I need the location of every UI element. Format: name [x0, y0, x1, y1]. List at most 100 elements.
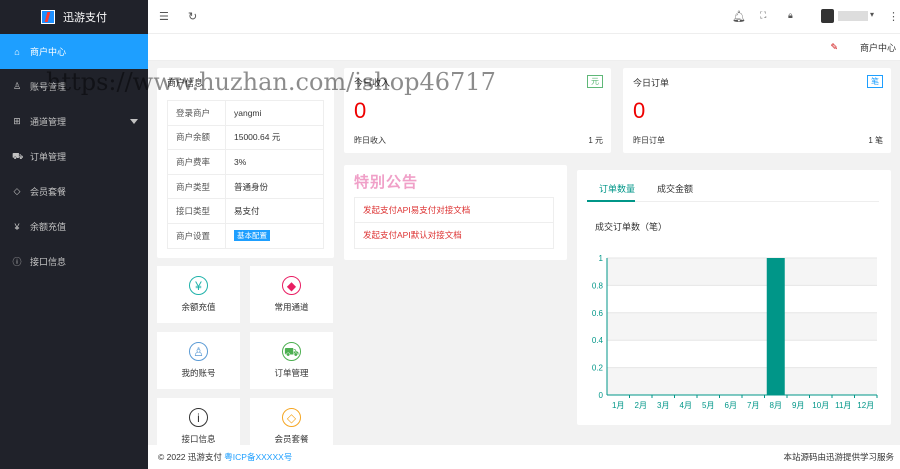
more-icon[interactable]: ⋮ [888, 10, 899, 23]
shortcut-tile[interactable]: ⛟ 订单管理 [250, 332, 333, 389]
chart-title: 成交订单数（笔） [595, 221, 667, 232]
pin-icon: ✎ [830, 42, 838, 52]
x-tick-label: 4月 [680, 401, 692, 410]
tile-label: 余额充值 [181, 302, 216, 312]
diamond-icon: ◇ [282, 408, 301, 427]
sidebar-item-4[interactable]: ◇ 会员套餐 [0, 174, 148, 209]
row-value: 15000.64 元 [225, 124, 324, 151]
shortcut-tile[interactable]: ◇ 会员套餐 [250, 398, 333, 445]
lock-icon[interactable]: 🔒︎ [788, 10, 793, 21]
orders-card: 今日订单 笔 0 昨日订单 1 笔 [623, 68, 891, 153]
row-value: yangmi [225, 100, 324, 126]
top-header: ☰ ↻ 🔔︎ ⛶ 🔒︎ ▾ ⋮ [148, 0, 900, 34]
bell-icon[interactable]: 🔔︎ [732, 10, 746, 23]
x-tick-label: 2月 [635, 401, 647, 410]
shortcut-tile[interactable]: ◆ 常用通道 [250, 266, 333, 323]
sidebar-item-6[interactable]: ⓘ 接口信息 [0, 244, 148, 279]
menu-toggle-icon[interactable]: ☰ [159, 10, 169, 23]
x-tick-label: 8月 [770, 401, 782, 410]
orders-title: 今日订单 [633, 78, 670, 88]
income-value: 0 [354, 98, 367, 123]
yen-icon: ¥ [189, 276, 208, 295]
x-tick-label: 11月 [835, 401, 851, 410]
sidebar-item-0[interactable]: ⌂ 商户中心 [0, 34, 148, 69]
user-name-blurred[interactable] [838, 11, 868, 21]
merchant-row: 登录商户 yangmi [167, 100, 324, 126]
y-tick-label: 0.4 [592, 336, 604, 345]
row-value: 易支付 [225, 198, 324, 224]
merchant-info-table: 登录商户 yangmi 商户余额 15000.64 元商户费率 3% 商户类型 普通身份 接口… [167, 100, 324, 249]
refresh-icon[interactable]: ↻ [188, 10, 197, 23]
bar [766, 258, 785, 395]
settings-label: 商户设置 [167, 222, 226, 249]
footer-right-text: 本站源码由迅游提供学习服务 [783, 452, 894, 462]
yesterday-income-value: 1 元 [588, 136, 603, 145]
row-label: 登录商户 [167, 100, 226, 126]
notice-link[interactable]: 发起支付API易支付对接文档 [355, 198, 553, 223]
avatar[interactable] [821, 9, 834, 23]
income-badge: 元 [587, 75, 603, 88]
order-chart: 成交订单数（笔）00.20.40.60.811月 2月 3月 4月 5月 6月 7月 8月 9月… [592, 221, 878, 410]
grid-band [607, 367, 877, 395]
shortcut-tile[interactable]: ¥ 余额充值 [157, 266, 240, 323]
y-tick-label: 0.6 [592, 309, 604, 318]
shortcut-tile[interactable]: ♙ 我的账号 [157, 332, 240, 389]
user-icon: ♙ [12, 81, 22, 91]
x-tick-label: 3月 [657, 401, 669, 410]
grid-band [607, 312, 877, 341]
notice-title: 特别公告 [354, 174, 419, 191]
icp-link[interactable]: 粤ICP备XXXXX号 [224, 452, 292, 462]
x-tick-label: 6月 [725, 401, 737, 410]
row-label: 商户费率 [167, 149, 226, 175]
orders-value: 0 [633, 98, 646, 123]
x-tick-label: 1月 [612, 401, 624, 410]
y-tick-label: 0.2 [592, 364, 604, 373]
merchant-row: 商户类型 普通身份 [167, 173, 324, 200]
merchant-row: 接口类型 易支付 [167, 198, 324, 224]
row-label: 接口类型 [167, 198, 226, 224]
chart-card: 订单数量 成交金额 成交订单数（笔） 0 0.2 0.4 0.6 0.8 1 1月 2月 3月 4月… [577, 170, 891, 425]
merchant-info-card: 商户信息 登录商户 yangmi 商户余额 15000.64 元商户费率 3% 商户类型普… [157, 68, 334, 258]
info-icon: ⓘ [12, 257, 22, 267]
notice-list: 发起支付API易支付对接文档 发起支付API默认对接文档 [354, 197, 554, 249]
app-logo[interactable]: 迅游支付 [0, 0, 148, 34]
merchant-settings-row: 商户设置 基本配置 [167, 222, 324, 249]
info-icon: i [189, 408, 208, 427]
grid-icon: ◆ [282, 276, 301, 295]
y-tick-label: 1 [599, 254, 604, 263]
shortcut-tile[interactable]: i 接口信息 [157, 398, 240, 445]
cart-icon: ⛟ [282, 342, 301, 361]
yesterday-orders-value: 1 笔 [868, 136, 883, 145]
y-tick-label: 0.8 [592, 281, 604, 290]
orders-badge: 笔 [867, 75, 883, 88]
basic-config-button[interactable]: 基本配置 [234, 230, 270, 242]
watermark-text: https://www.huzhan.com/ishop46717 [46, 68, 496, 96]
sidebar-item-label: 余额充值 [30, 222, 67, 232]
merchant-row: 商户费率 3% [167, 149, 324, 175]
notice-link[interactable]: 发起支付API默认对接文档 [355, 223, 553, 248]
row-label: 商户类型 [167, 173, 226, 200]
user-dropdown-icon[interactable]: ▾ [870, 10, 874, 19]
yen-icon: ¥ [14, 221, 20, 232]
y-tick-label: 0 [599, 391, 604, 400]
sidebar-item-2[interactable]: ⊞ 通道管理 [0, 104, 148, 139]
sidebar-item-5[interactable]: ¥ 余额充值 [0, 209, 148, 244]
tab-merchant-center[interactable]: 商户中心 [860, 41, 896, 54]
fullscreen-icon[interactable]: ⛶ [760, 10, 766, 21]
tile-label: 会员套餐 [274, 434, 309, 444]
app-title: 迅游支付 [63, 12, 107, 24]
diamond-icon: ◇ [13, 186, 21, 196]
copyright-text: © 2022 迅游支付 [158, 452, 222, 462]
x-tick-label: 7月 [747, 401, 759, 410]
logo-icon [41, 10, 55, 24]
sidebar-item-label: 订单管理 [30, 152, 67, 162]
row-value: 普通身份 [225, 173, 324, 200]
tile-label: 接口信息 [181, 434, 216, 444]
sidebar-item-label: 商户中心 [30, 47, 67, 57]
user-icon: ♙ [189, 342, 208, 361]
sidebar-item-3[interactable]: ⛟ 订单管理 [0, 139, 148, 174]
sidebar-item-label: 会员套餐 [30, 187, 67, 197]
footer: © 2022 迅游支付 粤ICP备XXXXX号 本站源码由迅游提供学习服务 [148, 445, 900, 469]
merchant-row: 商户余额 15000.64 元 [167, 124, 324, 151]
row-value: 3% [225, 149, 324, 175]
